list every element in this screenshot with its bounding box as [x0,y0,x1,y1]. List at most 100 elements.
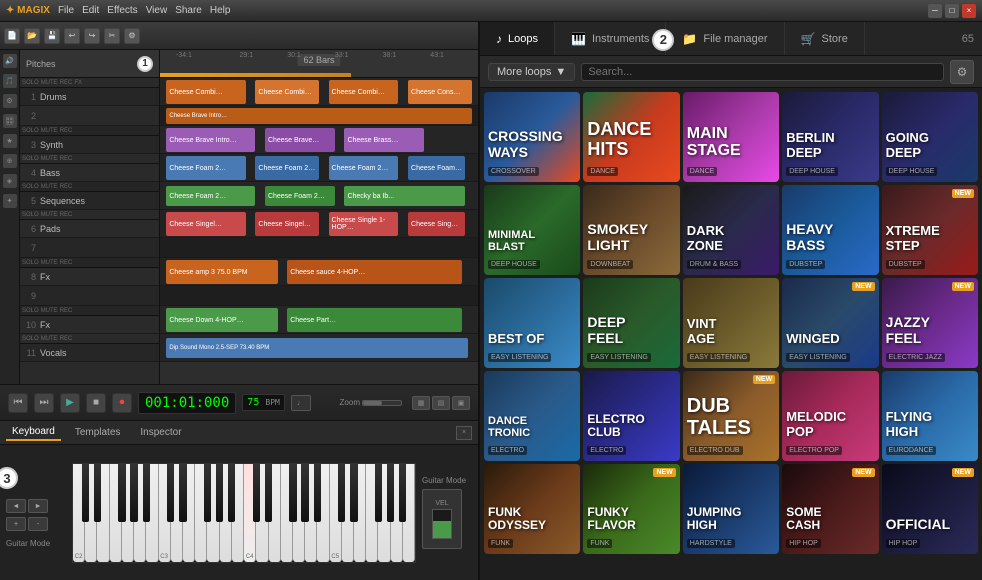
toolbar-open[interactable]: 📂 [24,28,40,44]
track-item-8[interactable]: SOLOMUTEREC 8 Fx [20,258,159,286]
loop-card-main-stage[interactable]: MAINSTAGE DANCE [683,92,779,182]
toolbar-cut[interactable]: ✂ [104,28,120,44]
white-key-a5[interactable] [391,464,403,562]
white-key-g4[interactable] [293,464,305,562]
clip-4-3[interactable]: Cheese Foam 2… [329,156,399,180]
clip-1-4[interactable]: Cheese Cons… [408,80,472,104]
view-btn-3[interactable]: ▣ [452,396,470,410]
loop-card-funk-odyssey[interactable]: FUNKODYSSEY FUNK [484,464,580,554]
skip-back-button[interactable]: ⏭ [34,393,54,413]
maximize-button[interactable]: □ [945,4,959,18]
loop-card-going-deep[interactable]: goingdeep DEEP HOUSE [882,92,978,182]
white-key-d5[interactable] [342,464,354,562]
clip-6-1[interactable]: Cheese Singel… [166,212,246,236]
clip-6-2[interactable]: Cheese Singel… [255,212,319,236]
clip-8-1[interactable]: Cheese amp 3 75.0 BPM [166,260,277,284]
loop-card-jumping-high[interactable]: JUMPINGHIGH HARDSTYLE [683,464,779,554]
white-key-b4[interactable] [317,464,329,562]
stop-button[interactable]: ■ [86,393,106,413]
menu-view[interactable]: View [146,5,168,16]
loop-card-dancetronic[interactable]: DANCETRONIC ELECTRO [484,371,580,461]
track-item-9[interactable]: 9 [20,286,159,306]
left-icon-2[interactable]: 🎵 [3,74,17,88]
loop-card-some-cash[interactable]: NEW SOMECASH HIP HOP [782,464,878,554]
menu-help[interactable]: Help [210,5,231,16]
loops-dropdown[interactable]: More loops ▼ [488,63,575,81]
clip-4-4[interactable]: Cheese Foam… [408,156,465,180]
view-btn-2[interactable]: ▤ [432,396,450,410]
loop-card-berlin-deep[interactable]: berlindeep DEEP HOUSE [782,92,878,182]
clip-1-1[interactable]: Cheese Combi… [166,80,246,104]
track-item-1[interactable]: SOLOMUTERECFX 1 Drums [20,78,159,106]
left-icon-4[interactable]: 🎛 [3,114,17,128]
track-item-6[interactable]: SOLOMUTEREC 6 Pads [20,210,159,238]
clip-10-2[interactable]: Cheese Part… [287,308,462,332]
white-key-c3[interactable]: C3 [159,464,171,562]
white-key-d4[interactable] [256,464,268,562]
white-key-c5[interactable]: C5 [330,464,342,562]
browser-settings-button[interactable]: ⚙ [950,60,974,84]
browser-search-input[interactable] [581,63,944,81]
white-key-f5[interactable] [366,464,378,562]
track-item-4[interactable]: SOLOMUTEREC 4 Bass [20,154,159,182]
clip-3-3[interactable]: Cheese Brass… [344,128,424,152]
zoom-slider[interactable] [362,400,402,406]
left-icon-3[interactable]: ⚙ [3,94,17,108]
loop-card-official[interactable]: NEW OFFICIAL HIP HOP [882,464,978,554]
clip-6-3[interactable]: Cheese Single 1-HOP… [329,212,399,236]
left-icon-7[interactable]: ◈ [3,174,17,188]
white-key-b2[interactable] [146,464,158,562]
view-btn-1[interactable]: ▦ [412,396,430,410]
tab-templates[interactable]: Templates [69,425,127,440]
white-key-d3[interactable] [171,464,183,562]
kbd-left-btn[interactable]: ◄ [6,499,26,513]
clip-5-2[interactable]: Cheese Foam 2… [265,186,335,206]
clip-4-2[interactable]: Cheese Foam 2… [255,156,319,180]
clip-3-1[interactable]: Cheese Brave Intro… [166,128,255,152]
clip-3-2[interactable]: Cheese Brave… [265,128,335,152]
white-key-e3[interactable] [183,464,195,562]
clip-1-2[interactable]: Cheese Combi… [255,80,319,104]
white-key-b3[interactable] [232,464,244,562]
tab-loops[interactable]: ♪ Loops [480,22,555,55]
clip-11-1[interactable]: Dip Sound Mono 2.5-SEP 73.40 BPM [166,338,468,358]
clip-6-4[interactable]: Cheese Sing… [408,212,465,236]
tab-instruments[interactable]: 🎹 Instruments [555,22,666,55]
menu-file[interactable]: File [58,5,74,16]
track-item-11[interactable]: SOLOMUTEREC 11 Vocals [20,334,159,362]
toolbar-save[interactable]: 💾 [44,28,60,44]
loop-card-heavy-bass[interactable]: heavybass DUBSTEP [782,185,878,275]
clip-8-2[interactable]: Cheese sauce 4-HOP… [287,260,462,284]
loop-card-dance-hits[interactable]: DANCEHITS DANCE [583,92,679,182]
left-icon-8[interactable]: ✦ [3,194,17,208]
white-key-f4[interactable] [281,464,293,562]
loop-card-deep-feel[interactable]: DEEPFEEL EASY LISTENING [583,278,679,368]
kbd-minus-btn[interactable]: - [28,517,48,531]
white-key-a2[interactable] [134,464,146,562]
loop-card-minimal-blast[interactable]: minimalblast DEEP HOUSE [484,185,580,275]
track-item-5[interactable]: SOLOMUTEREC 5 Sequences [20,182,159,210]
toolbar-redo[interactable]: ↪ [84,28,100,44]
white-key-g3[interactable] [207,464,219,562]
track-item-10[interactable]: SOLOMUTEREC 10 Fx [20,306,159,334]
clip-10-1[interactable]: Cheese Down 4-HOP… [166,308,277,332]
left-icon-1[interactable]: 🔊 [3,54,17,68]
track-item-2[interactable]: 2 [20,106,159,126]
left-icon-5[interactable]: ★ [3,134,17,148]
white-key-d2[interactable] [85,464,97,562]
white-key-c2[interactable]: C2 [73,464,85,562]
loop-card-crossing-ways[interactable]: CROSSINGWAYS CROSSOVER [484,92,580,182]
loop-card-smokey-light[interactable]: SMOKEYLIGHT DOWNBEAT [583,185,679,275]
loop-card-melodic-pop[interactable]: MelodicPOP ELECTRO POP [782,371,878,461]
loop-card-jazzy-feel[interactable]: NEW JAZZYFeel ELECTRIC JAZZ [882,278,978,368]
kbd-plus-btn[interactable]: + [6,517,26,531]
white-key-b5[interactable] [403,464,415,562]
loop-card-dark-zone[interactable]: DARKZONE DRUM & BASS [683,185,779,275]
white-key-a3[interactable] [220,464,232,562]
clip-5-1[interactable]: Cheese Foam 2… [166,186,255,206]
toolbar-new[interactable]: 📄 [4,28,20,44]
white-key-c4[interactable]: C4 [244,464,256,562]
minimize-button[interactable]: ─ [928,4,942,18]
menu-effects[interactable]: Effects [107,5,137,16]
white-key-a4[interactable] [305,464,317,562]
